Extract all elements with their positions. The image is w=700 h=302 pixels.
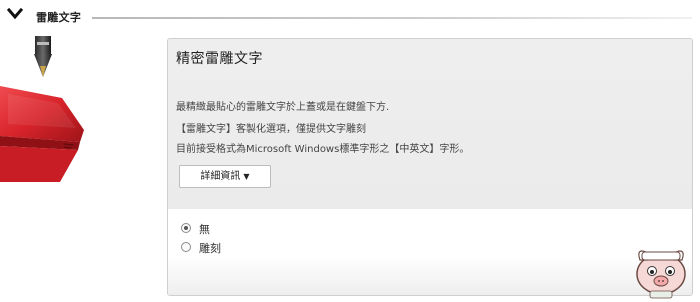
- section-title: 雷雕文字: [36, 11, 82, 24]
- details-button-label: 詳細資訊: [200, 171, 241, 182]
- radio-button-checked[interactable]: [181, 223, 191, 233]
- description-line: 最精緻最貼心的雷雕文字於上蓋或是在鍵盤下方.: [176, 102, 390, 113]
- header-divider: [92, 17, 692, 19]
- pig-mascot-logo: [636, 250, 686, 299]
- panel-header: 精密雷雕文字 最精緻最貼心的雷雕文字於上蓋或是在鍵盤下方. 【雷雕文字】客製化選…: [168, 39, 692, 209]
- option-label: 無: [199, 223, 210, 236]
- chevron-down-icon[interactable]: [7, 7, 23, 21]
- caret-down-icon: ▼: [243, 172, 250, 181]
- radio-button[interactable]: [181, 242, 191, 252]
- panel-title: 精密雷雕文字: [176, 51, 263, 67]
- description-line: 【雷雕文字】客製化選項，僅提供文字雕刻: [176, 124, 366, 135]
- section-header: 雷雕文字: [0, 0, 700, 34]
- engraving-tool-icon: [34, 36, 52, 77]
- engraving-option-panel: 精密雷雕文字 最精緻最貼心的雷雕文字於上蓋或是在鍵盤下方. 【雷雕文字】客製化選…: [167, 38, 693, 296]
- details-button[interactable]: 詳細資訊 ▼: [179, 165, 271, 188]
- description-line: 目前接受格式為Microsoft Windows標準字形之【中英文】字形。: [176, 144, 470, 155]
- option-label: 雕刻: [199, 242, 221, 255]
- red-laptop-image: [0, 86, 84, 182]
- option-list: 無 雕刻: [168, 209, 692, 295]
